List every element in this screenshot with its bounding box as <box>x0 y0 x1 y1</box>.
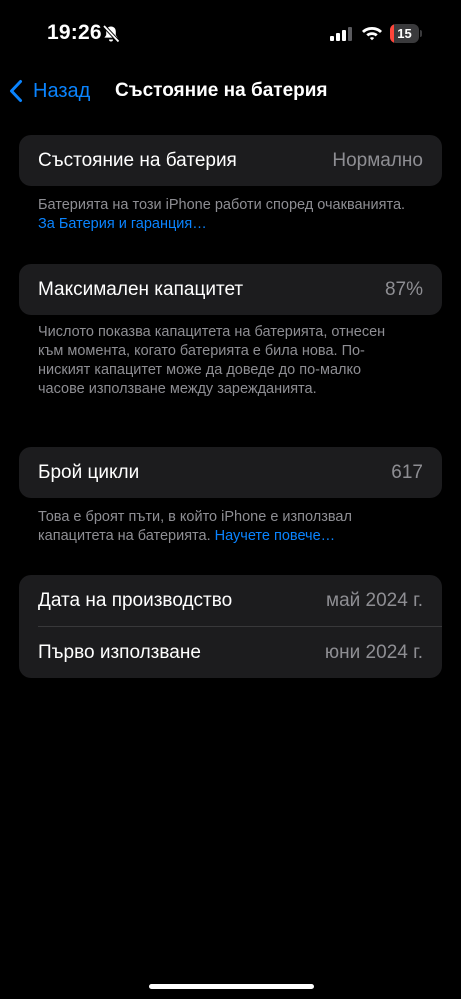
manufacture-date-value: май 2024 г. <box>326 589 423 611</box>
max-capacity-row: Максимален капацитет 87% <box>19 264 442 315</box>
cycle-count-footer: Това е броят пъти, в който iPhone е изпо… <box>38 508 408 546</box>
cycle-count-value: 617 <box>391 461 423 483</box>
max-capacity-label: Максимален капацитет <box>38 278 244 300</box>
manufacture-date-row: Дата на производство май 2024 г. <box>19 575 442 626</box>
status-bar: 19:26 15 <box>0 0 461 66</box>
navigation-bar: Назад Състояние на батерия <box>0 70 461 110</box>
cycle-count-row: Брой цикли 617 <box>19 447 442 498</box>
battery-health-footer-text: Батерията на този iPhone работи според о… <box>38 197 406 213</box>
cycle-count-label: Брой цикли <box>38 461 140 483</box>
cycle-count-card: Брой цикли 617 <box>19 447 442 498</box>
first-use-label: Първо използване <box>38 641 201 663</box>
battery-health-row: Състояние на батерия Нормално <box>19 135 442 186</box>
cellular-signal-icon <box>330 27 352 41</box>
home-indicator[interactable] <box>149 984 314 989</box>
first-use-row: Първо използване юни 2024 г. <box>19 627 442 678</box>
wifi-icon <box>362 27 382 41</box>
battery-health-value: Нормално <box>332 149 423 171</box>
max-capacity-value: 87% <box>384 278 423 300</box>
back-button[interactable]: Назад <box>8 76 90 106</box>
max-capacity-footer: Числото показва капацитета на батерията,… <box>38 323 408 399</box>
back-label: Назад <box>33 79 91 102</box>
battery-level-text: 15 <box>397 26 412 41</box>
manufacture-date-label: Дата на производство <box>38 589 233 611</box>
battery-health-label: Състояние на батерия <box>38 149 237 171</box>
max-capacity-card: Максимален капацитет 87% <box>19 264 442 315</box>
battery-warranty-link[interactable]: За Батерия и гаранция… <box>38 216 207 232</box>
status-time: 19:26 <box>47 21 102 44</box>
learn-more-link[interactable]: Научете повече… <box>215 528 336 544</box>
page-title: Състояние на батерия <box>115 80 328 101</box>
bell-slash-icon <box>102 24 120 43</box>
battery-health-card: Състояние на батерия Нормално <box>19 135 442 186</box>
dates-card: Дата на производство май 2024 г. Първо и… <box>19 575 442 678</box>
battery-health-footer: Батерията на този iPhone работи според о… <box>38 196 408 234</box>
max-capacity-footer-text: Числото показва капацитета на батерията,… <box>38 324 386 397</box>
battery-indicator: 15 <box>390 24 422 43</box>
first-use-value: юни 2024 г. <box>324 641 423 663</box>
chevron-left-icon <box>10 80 22 102</box>
